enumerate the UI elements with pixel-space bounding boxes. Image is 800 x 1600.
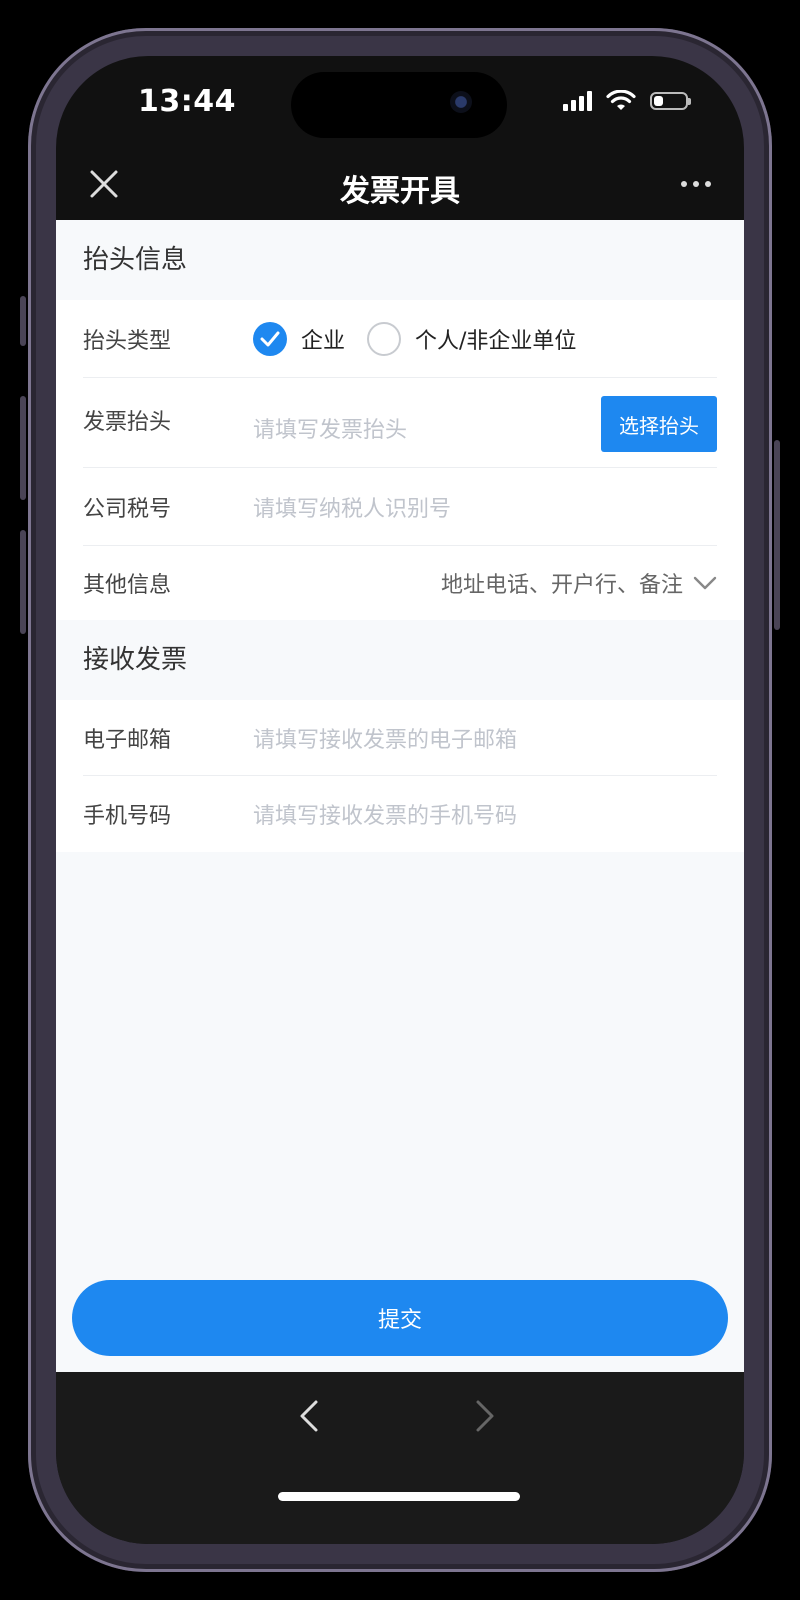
phone-screen: 13:44 发票开具 抬头信息 抬头类型 企业 个人/非企业单位 发票抬头 请填… bbox=[56, 56, 744, 1544]
action-button bbox=[20, 296, 26, 346]
other-info-row[interactable]: 其他信息 地址电话、开户行、备注 bbox=[83, 546, 717, 620]
radio-personal-label[interactable]: 个人/非企业单位 bbox=[415, 323, 576, 355]
radio-enterprise[interactable] bbox=[253, 321, 287, 356]
phone-row: 手机号码 请填写接收发票的手机号码 bbox=[83, 776, 717, 852]
header-type-label: 抬头类型 bbox=[83, 328, 172, 354]
invoice-title-label: 发票抬头 bbox=[83, 410, 172, 435]
email-row: 电子邮箱 请填写接收发票的电子邮箱 bbox=[83, 700, 717, 776]
phone-label: 手机号码 bbox=[83, 804, 172, 829]
submit-button[interactable]: 提交 bbox=[72, 1280, 728, 1356]
header-type-radio-group: 企业 个人/非企业单位 bbox=[253, 321, 598, 356]
tax-number-row: 公司税号 请填写纳税人识别号 bbox=[83, 468, 717, 546]
wifi-icon bbox=[606, 90, 636, 110]
forward-arrow-icon[interactable] bbox=[464, 1396, 504, 1436]
battery-icon bbox=[650, 92, 691, 110]
volume-down-button bbox=[20, 530, 26, 634]
header-type-row: 抬头类型 企业 个人/非企业单位 bbox=[83, 300, 717, 378]
header-info-card: 抬头类型 企业 个人/非企业单位 发票抬头 请填写发票抬头 选择抬头 公司税号 … bbox=[56, 300, 744, 620]
email-input[interactable]: 请填写接收发票的电子邮箱 bbox=[253, 722, 717, 754]
select-title-button[interactable]: 选择抬头 bbox=[601, 396, 717, 452]
status-icons bbox=[563, 90, 691, 112]
tax-number-label: 公司税号 bbox=[83, 496, 172, 522]
invoice-title-row: 发票抬头 请填写发票抬头 选择抬头 bbox=[83, 378, 717, 468]
page-title: 发票开具 bbox=[340, 174, 460, 209]
radio-personal[interactable] bbox=[367, 321, 402, 356]
other-info-value: 地址电话、开户行、备注 bbox=[440, 573, 683, 598]
more-icon[interactable] bbox=[672, 164, 720, 204]
navigation-bar: 发票开具 bbox=[56, 148, 744, 220]
section-title-receive: 接收发票 bbox=[56, 620, 744, 700]
home-indicator[interactable] bbox=[278, 1492, 520, 1501]
signal-icon bbox=[563, 91, 592, 111]
status-time: 13:44 bbox=[138, 84, 236, 119]
section-title-header-info: 抬头信息 bbox=[56, 220, 744, 300]
browser-toolbar bbox=[56, 1372, 744, 1544]
power-button bbox=[774, 440, 780, 630]
tax-number-input[interactable]: 请填写纳税人识别号 bbox=[253, 491, 717, 523]
dynamic-island bbox=[291, 72, 507, 138]
volume-up-button bbox=[20, 396, 26, 500]
check-icon bbox=[260, 331, 280, 346]
camera-icon bbox=[450, 91, 472, 113]
other-info-value-wrap[interactable]: 地址电话、开户行、备注 bbox=[253, 567, 717, 599]
email-label: 电子邮箱 bbox=[83, 727, 172, 753]
receive-card: 电子邮箱 请填写接收发票的电子邮箱 手机号码 请填写接收发票的手机号码 bbox=[56, 700, 744, 852]
invoice-form: 抬头信息 抬头类型 企业 个人/非企业单位 发票抬头 请填写发票抬头 选择抬头 bbox=[56, 220, 744, 1372]
back-arrow-icon[interactable] bbox=[290, 1396, 330, 1436]
chevron-down-icon bbox=[693, 576, 717, 590]
other-info-label: 其他信息 bbox=[83, 573, 172, 598]
phone-input[interactable]: 请填写接收发票的手机号码 bbox=[253, 798, 717, 830]
battery-level bbox=[654, 96, 663, 106]
radio-enterprise-label[interactable]: 企业 bbox=[301, 323, 345, 355]
